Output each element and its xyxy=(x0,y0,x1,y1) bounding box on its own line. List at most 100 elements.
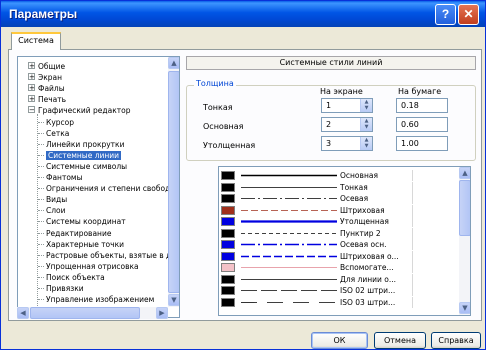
line-style-row[interactable]: Пунктир 2 xyxy=(219,227,459,239)
line-style-extra-cell xyxy=(412,273,456,285)
tree-item[interactable]: Растровые объекты, взятые в документ xyxy=(38,250,179,261)
line-style-row[interactable]: Для линии о... xyxy=(219,273,459,285)
tree-vertical-scrollbar[interactable]: ▲ ▼ xyxy=(168,57,179,307)
hscroll-thumb[interactable] xyxy=(30,307,140,319)
scroll-up-button[interactable]: ▲ xyxy=(168,57,179,69)
tab-system[interactable]: Система xyxy=(11,32,61,50)
scroll-right-button[interactable]: ▶ xyxy=(156,307,168,319)
line-style-row[interactable]: Тонкая xyxy=(219,181,459,193)
styles-vertical-scrollbar[interactable]: ▲ ▼ xyxy=(459,167,470,315)
color-swatch[interactable] xyxy=(221,217,235,226)
tree-item-label: Характерные точки xyxy=(46,239,124,249)
cancel-button[interactable]: Отмена xyxy=(374,332,426,349)
tree-item[interactable]: Курсор xyxy=(38,117,74,128)
line-style-row[interactable]: ISO 03 штри... xyxy=(219,296,459,308)
scroll-thumb[interactable] xyxy=(168,71,179,293)
tree-item[interactable]: Упрощенная отрисовка xyxy=(38,261,139,272)
close-button[interactable]: ✕ xyxy=(458,4,479,25)
color-swatch[interactable] xyxy=(221,286,235,295)
tree-horizontal-scrollbar[interactable]: ◀ ▶ xyxy=(17,307,168,319)
color-swatch[interactable] xyxy=(221,274,235,284)
tree-item[interactable]: Виды xyxy=(38,194,67,205)
tree-item[interactable]: − Графический редактор xyxy=(28,105,130,116)
color-swatch[interactable] xyxy=(221,240,235,249)
line-style-name: Осевая осн. xyxy=(340,240,387,249)
line-style-row[interactable]: Осевая xyxy=(219,193,459,204)
tree-item[interactable]: Линейки прокрутки xyxy=(38,139,124,150)
expand-icon[interactable]: + xyxy=(28,62,35,70)
scroll-left-button[interactable]: ◀ xyxy=(17,307,29,319)
spin-arrows-icon[interactable]: ▲ ▼ xyxy=(360,137,372,150)
tree-item[interactable]: + Файлы xyxy=(28,83,65,94)
tree-item[interactable]: Ограничения и степени свободы xyxy=(38,183,176,194)
tree-connector xyxy=(38,276,44,278)
collapse-icon[interactable]: − xyxy=(28,106,35,114)
tree-item[interactable]: Поиск объекта xyxy=(38,272,105,283)
color-swatch[interactable] xyxy=(221,263,235,272)
spin-arrows-icon[interactable]: ▲ ▼ xyxy=(360,118,372,131)
tree-item[interactable]: + Печать xyxy=(28,94,66,105)
tree-item[interactable]: Привязки xyxy=(38,283,84,294)
tree-item[interactable]: Редактирование xyxy=(38,228,111,239)
expand-icon[interactable]: + xyxy=(28,84,35,92)
tree-item-label: Поиск объекта xyxy=(46,272,105,282)
scroll-up-button[interactable]: ▲ xyxy=(459,167,470,179)
panel-header: Системные стили линий xyxy=(186,56,476,70)
tree-connector xyxy=(38,232,44,234)
tree-connector xyxy=(38,154,44,156)
line-style-extra-cell xyxy=(412,250,456,262)
ok-button[interactable]: ОК xyxy=(311,332,368,349)
main-screen-spinner[interactable]: 2 ▲ ▼ xyxy=(321,117,373,132)
color-swatch[interactable] xyxy=(221,171,235,180)
tree-connector xyxy=(38,210,44,212)
color-swatch[interactable] xyxy=(221,205,235,215)
tree-item[interactable]: + Экран xyxy=(28,72,62,83)
help-title-button[interactable]: ? xyxy=(435,4,456,25)
row-thick-label: Утолщенная xyxy=(203,141,256,150)
tree-item[interactable]: Системные символы xyxy=(38,161,127,172)
help-button[interactable]: Справка xyxy=(431,332,481,349)
scroll-down-button[interactable]: ▼ xyxy=(459,302,470,314)
tree-connector xyxy=(38,288,44,289)
tree-item[interactable]: Системы координат xyxy=(38,216,126,227)
color-swatch[interactable] xyxy=(221,182,235,192)
spin-arrows-icon[interactable]: ▲ ▼ xyxy=(360,99,372,112)
title-bar[interactable]: Параметры ? ✕ xyxy=(1,1,485,27)
tree-item[interactable]: Управление изображением xyxy=(38,294,154,305)
line-sample xyxy=(241,267,337,268)
tree-connector xyxy=(38,132,44,134)
color-swatch[interactable] xyxy=(221,297,235,307)
tree-connector xyxy=(37,113,38,309)
line-style-row[interactable]: Утолщенная xyxy=(219,216,459,227)
tree-item[interactable]: + Общие xyxy=(28,61,65,72)
color-swatch[interactable] xyxy=(221,194,235,203)
line-style-row[interactable]: ISO 02 штри... xyxy=(219,285,459,296)
line-style-row[interactable]: Основная xyxy=(219,170,459,181)
expand-icon[interactable]: + xyxy=(28,95,35,103)
line-style-row[interactable]: Штриховая о... xyxy=(219,250,459,262)
line-style-row[interactable]: Вспомогате... xyxy=(219,262,459,273)
line-sample xyxy=(241,255,337,257)
color-swatch[interactable] xyxy=(221,228,235,238)
line-style-row[interactable]: Осевая осн. xyxy=(219,239,459,250)
thick-paper-field[interactable]: 1.00 xyxy=(396,136,448,151)
tree-item-label: Слои xyxy=(46,206,66,216)
color-swatch[interactable] xyxy=(221,251,235,261)
main-paper-field[interactable]: 0.60 xyxy=(396,117,448,132)
scroll-down-button[interactable]: ▼ xyxy=(168,294,179,306)
tree-item[interactable]: Сетка xyxy=(38,128,69,139)
line-style-row[interactable]: Штриховая xyxy=(219,204,459,216)
line-sample xyxy=(241,198,337,199)
tree-item-label: Курсор xyxy=(46,117,74,127)
tree-item[interactable]: Характерные точки xyxy=(38,239,124,250)
tree-item-label: Системные линии xyxy=(46,150,122,160)
dialog-window: Параметры ? ✕ Система + Общие + Экран + Файлы… xyxy=(0,0,486,350)
thin-screen-spinner[interactable]: 1 ▲ ▼ xyxy=(321,98,373,113)
thin-paper-field[interactable]: 0.18 xyxy=(396,98,448,113)
expand-icon[interactable]: + xyxy=(28,73,35,81)
tree-item[interactable]: Фантомы xyxy=(38,172,83,183)
tree-item[interactable]: Слои xyxy=(38,205,66,216)
thick-screen-spinner[interactable]: 3 ▲ ▼ xyxy=(321,136,373,151)
scroll-thumb[interactable] xyxy=(459,180,470,236)
tree-item[interactable]: Системные линии xyxy=(38,150,122,161)
